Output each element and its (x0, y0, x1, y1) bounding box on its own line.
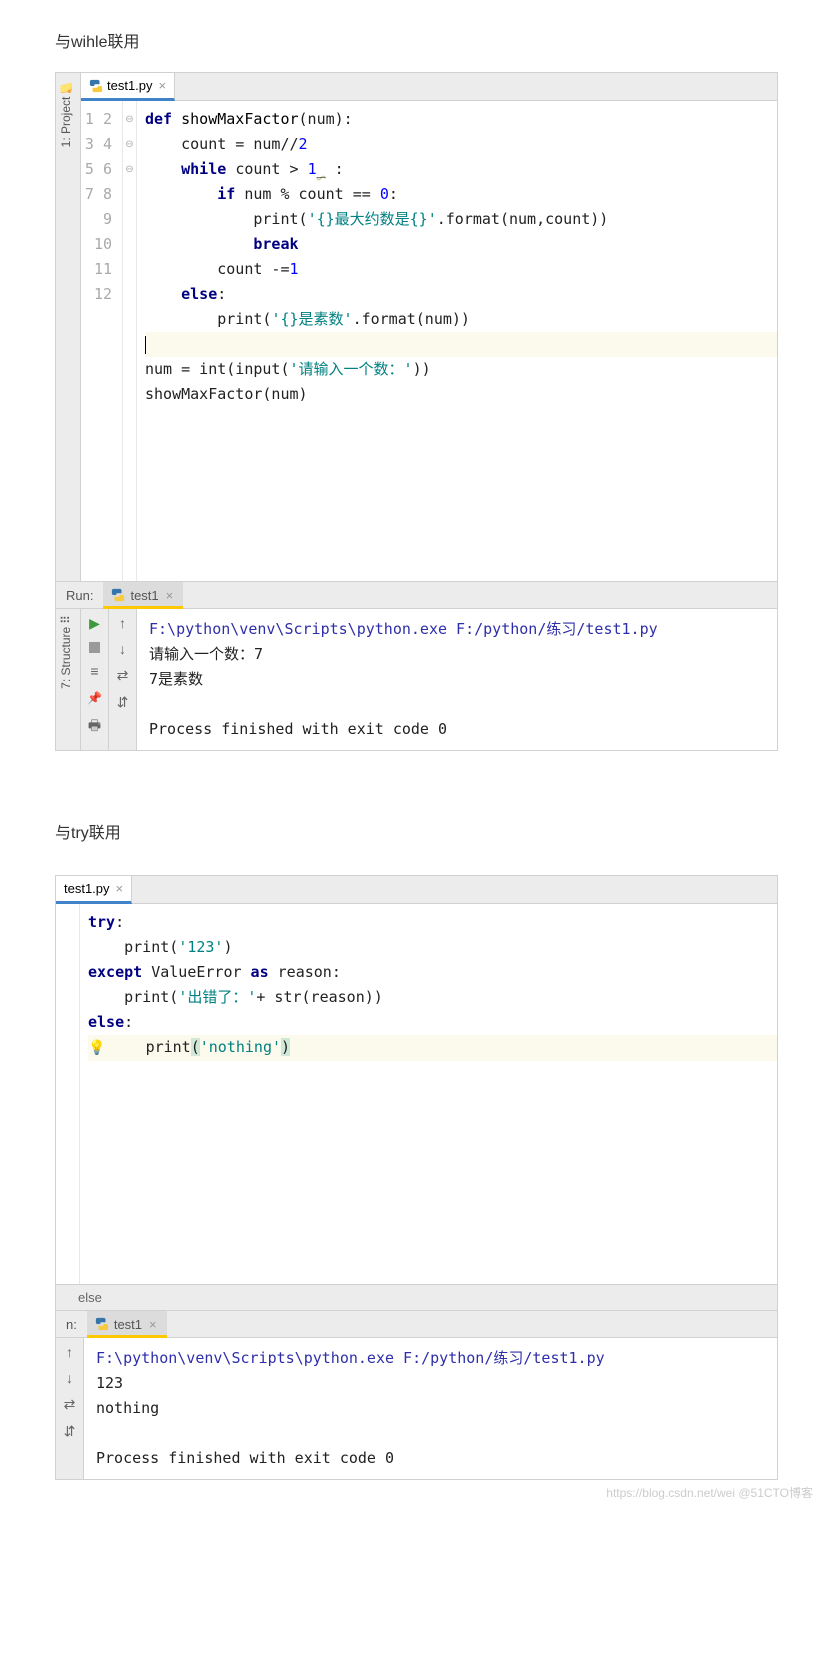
python-run-icon (95, 1317, 109, 1331)
editor-tab-test1-b[interactable]: test1.py × (56, 876, 132, 904)
run-label-text: n: (56, 1317, 87, 1332)
code-editor[interactable]: def showMaxFactor(num): count = num//2 w… (137, 101, 777, 581)
close-icon[interactable]: × (116, 881, 124, 896)
code-editor-2[interactable]: try: print('123') except ValueError as r… (80, 904, 777, 1284)
close-icon[interactable]: × (159, 78, 167, 93)
run-icon[interactable]: ▶ (89, 615, 100, 632)
line-number-gutter: 1 2 3 4 5 6 7 8 9 10 11 12 (81, 101, 123, 581)
run-console[interactable]: F:\python\venv\Scripts\python.exe F:/pyt… (137, 609, 777, 750)
run-tool-column (56, 1338, 84, 1479)
project-tool-strip[interactable]: 1: Project📁 (56, 73, 81, 581)
ide-panel-2: test1.py × try: print('123') except Valu… (55, 875, 778, 1480)
editor-tab-test1[interactable]: test1.py × (81, 73, 175, 101)
gutter-spacer (56, 904, 80, 1284)
up-icon[interactable] (119, 615, 126, 631)
run-tool-column-2 (109, 609, 137, 750)
close-icon[interactable]: × (166, 588, 174, 603)
fold-gutter[interactable]: ⊖ ⊖ ⊖ (123, 101, 137, 581)
run-panel-header: Run: test1 × (56, 581, 777, 609)
layout-icon[interactable] (90, 663, 98, 679)
run-console-2[interactable]: F:\python\venv\Scripts\python.exe F:/pyt… (84, 1338, 777, 1479)
stop-icon[interactable] (89, 642, 100, 653)
run-tab[interactable]: test1 × (103, 582, 183, 609)
pin-icon[interactable] (87, 689, 102, 705)
run-tab-2[interactable]: test1 × (87, 1311, 167, 1338)
run-panel-header-2: n: test1 × (56, 1310, 777, 1338)
scroll-icon[interactable] (64, 1423, 76, 1440)
section-heading-1: 与wihle联用 (0, 0, 833, 72)
softwrap-icon[interactable] (117, 667, 129, 684)
up-icon[interactable] (66, 1344, 73, 1360)
editor-tab-bar-2: test1.py × (56, 876, 777, 904)
python-run-icon (111, 588, 125, 602)
watermark-text: https://blog.csdn.net/wei @51CTO博客 (0, 1480, 833, 1505)
text-cursor (145, 336, 146, 354)
close-icon[interactable]: × (149, 1317, 157, 1332)
tab-filename: test1.py (107, 78, 153, 93)
python-file-icon (89, 79, 103, 93)
down-icon[interactable] (119, 641, 126, 657)
softwrap-icon[interactable] (64, 1396, 76, 1413)
down-icon[interactable] (66, 1370, 73, 1386)
scroll-icon[interactable] (117, 694, 129, 711)
section-heading-2: 与try联用 (0, 791, 833, 863)
breadcrumb-bar[interactable]: else (56, 1284, 777, 1310)
print-icon[interactable] (88, 715, 101, 739)
ide-panel-1: 1: Project📁 test1.py × 1 2 3 4 5 6 7 8 9… (55, 72, 778, 751)
structure-tool-strip[interactable]: 7: Structure⠿ (56, 609, 81, 750)
intention-bulb-icon[interactable]: 💡 (88, 1040, 105, 1056)
run-tool-column-1: ▶ (81, 609, 109, 750)
run-label-text: Run: (56, 588, 103, 603)
editor-tab-bar: test1.py × (81, 73, 777, 101)
tab-filename: test1.py (64, 881, 110, 896)
